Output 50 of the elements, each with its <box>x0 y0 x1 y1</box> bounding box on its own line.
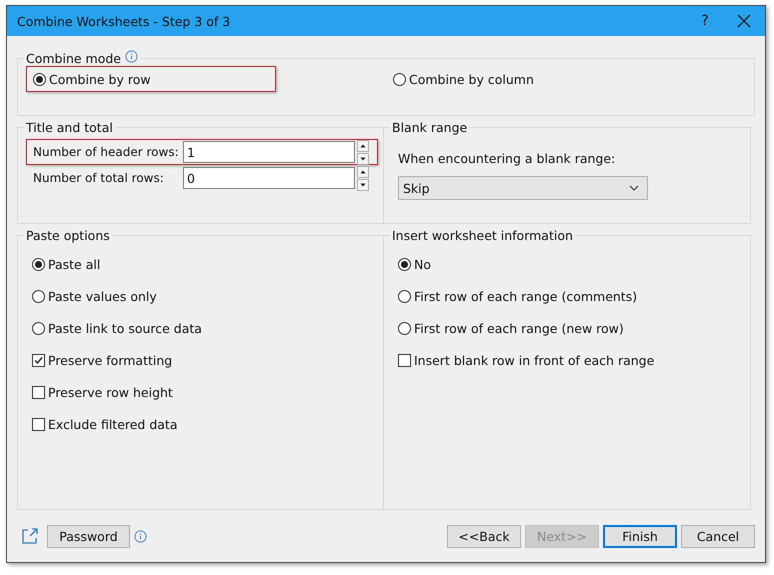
share-icon[interactable] <box>21 527 39 545</box>
spin-down-icon[interactable] <box>357 152 369 164</box>
option-label: First row of each range (comments) <box>414 289 638 304</box>
option-label: Preserve row height <box>48 385 173 400</box>
option-label: Paste values only <box>48 289 157 304</box>
info-icon[interactable] <box>124 50 138 63</box>
window-title: Combine Worksheets - Step 3 of 3 <box>17 14 232 28</box>
option-label: Insert blank row in front of each range <box>414 353 654 368</box>
radio-button[interactable] <box>398 322 411 335</box>
dialog-button[interactable]: Cancel <box>681 524 755 548</box>
option-label: Preserve formatting <box>48 353 172 368</box>
field-label: Number of total rows: <box>33 171 165 185</box>
spin-up-icon[interactable] <box>357 140 369 152</box>
number-field[interactable]: 0 <box>183 167 355 189</box>
checkbox[interactable] <box>32 418 45 431</box>
field-label: Number of header rows: <box>33 145 180 159</box>
checkbox[interactable] <box>398 354 411 367</box>
dialog-button[interactable]: <<Back <box>447 524 521 548</box>
info-icon[interactable] <box>134 530 147 542</box>
chevron-down-icon <box>629 185 639 191</box>
checkbox[interactable] <box>32 386 45 399</box>
group-title: Title and total <box>25 120 114 135</box>
group-title: Paste options <box>25 228 111 243</box>
spin-up-icon[interactable] <box>357 166 369 178</box>
group-title: Insert worksheet information <box>391 228 574 243</box>
option-label: Combine by row <box>49 72 151 86</box>
option-label: No <box>414 257 431 272</box>
password-button[interactable]: Password <box>47 524 130 548</box>
option-label: Paste all <box>48 257 100 272</box>
radio-button[interactable] <box>32 258 45 271</box>
dropdown[interactable]: Skip <box>398 176 648 200</box>
spin-down-icon[interactable] <box>357 178 369 190</box>
close-icon[interactable] <box>737 14 751 28</box>
help-button[interactable]: ? <box>695 13 715 29</box>
radio-button[interactable] <box>398 290 411 303</box>
option-label: Combine by column <box>409 72 534 86</box>
radio-button[interactable] <box>33 72 46 86</box>
checkbox[interactable] <box>32 354 45 367</box>
option-label: Exclude filtered data <box>48 417 178 432</box>
group-title: Blank range <box>391 120 468 135</box>
dialog-button[interactable]: Finish <box>603 524 677 548</box>
number-field[interactable]: 1 <box>183 141 355 163</box>
radio-button[interactable] <box>32 290 45 303</box>
option-label: Paste link to source data <box>48 321 202 336</box>
option-label: First row of each range (new row) <box>414 321 624 336</box>
prompt-text: When encountering a blank range: <box>398 151 616 166</box>
radio-button[interactable] <box>393 72 406 86</box>
group-title: Combine mode <box>26 51 121 66</box>
radio-button[interactable] <box>398 258 411 271</box>
radio-button[interactable] <box>32 322 45 335</box>
